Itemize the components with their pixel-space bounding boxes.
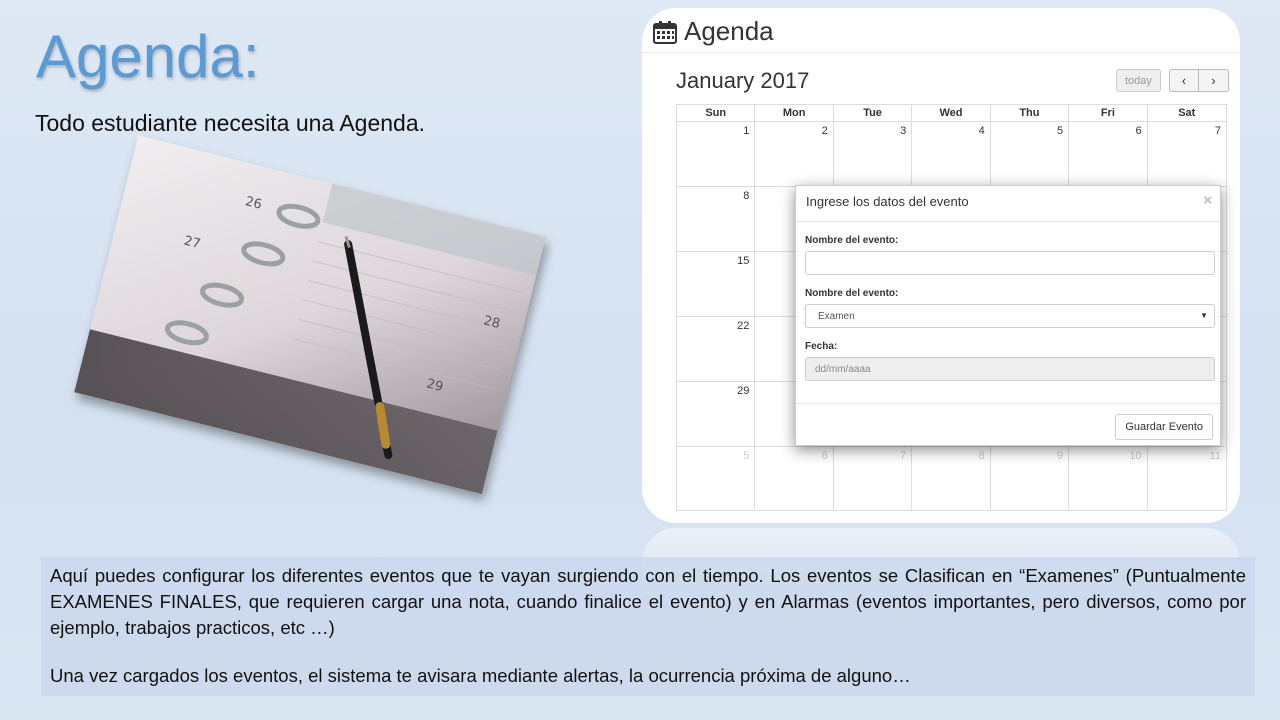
day-cell[interactable]: 5 xyxy=(991,122,1070,186)
week-row: 5 6 7 8 9 10 11 xyxy=(676,446,1227,511)
day-cell[interactable]: 1 xyxy=(677,122,756,186)
next-month-button[interactable]: › xyxy=(1198,69,1229,92)
day-cell[interactable]: 15 xyxy=(677,252,756,316)
description-paragraph-1: Aquí puedes configurar los diferentes ev… xyxy=(50,565,1246,638)
weekday-header-row: Sun Mon Tue Wed Thu Fri Sat xyxy=(676,104,1227,121)
header-divider xyxy=(642,52,1240,53)
day-cell[interactable]: 3 xyxy=(834,122,913,186)
slide-subtitle: Todo estudiante necesita una Agenda. xyxy=(35,110,426,136)
day-cell[interactable]: 6 xyxy=(1069,122,1148,186)
day-cell[interactable]: 11 xyxy=(1148,447,1226,510)
month-title: January 2017 xyxy=(676,68,810,93)
planner-notebook-with-pen-icon: 26 27 28 29 xyxy=(74,135,546,494)
chevron-left-icon: ‹ xyxy=(1181,73,1187,88)
weekday-wed: Wed xyxy=(912,105,991,121)
prev-next-group: ‹ › xyxy=(1168,69,1229,92)
day-cell[interactable]: 6 xyxy=(755,447,834,510)
day-cell[interactable]: 8 xyxy=(912,447,991,510)
date-input[interactable]: dd/mm/aaaa xyxy=(805,357,1215,381)
day-cell[interactable]: 4 xyxy=(912,122,991,186)
description-paragraph-2: Una vez cargados los eventos, el sistema… xyxy=(50,665,911,686)
event-type-select[interactable]: Examen ▼ xyxy=(805,304,1215,328)
calendar-header-title: Agenda xyxy=(684,16,774,46)
modal-header-divider xyxy=(796,221,1220,222)
weekday-tue: Tue xyxy=(834,105,913,121)
slide-title: Agenda: xyxy=(36,23,260,90)
weekday-sun: Sun xyxy=(677,105,756,121)
day-cell[interactable]: 22 xyxy=(677,317,756,381)
modal-footer-divider xyxy=(796,403,1220,404)
event-type-label: Nombre del evento: xyxy=(805,288,899,299)
day-cell[interactable]: 9 xyxy=(991,447,1070,510)
event-type-selected: Examen xyxy=(818,310,855,322)
day-cell[interactable]: 10 xyxy=(1069,447,1148,510)
modal-title: Ingrese los datos del evento xyxy=(806,194,969,209)
weekday-sat: Sat xyxy=(1178,107,1196,119)
chevron-right-icon: › xyxy=(1211,73,1216,88)
planner-photo: 26 27 28 29 xyxy=(74,135,546,494)
calendar-nav: today ‹ › xyxy=(1116,69,1229,92)
weekday-thu: Thu xyxy=(991,105,1070,121)
day-cell[interactable]: 7 xyxy=(1148,122,1226,186)
event-name-label: Nombre del evento: xyxy=(805,235,899,246)
chevron-down-icon: ▼ xyxy=(1200,311,1208,320)
calendar-header: Agenda xyxy=(652,16,774,47)
weekday-fri: Fri xyxy=(1069,105,1148,121)
day-cell[interactable]: 7 xyxy=(834,447,913,510)
day-cell[interactable]: 8 xyxy=(677,187,756,251)
today-button[interactable]: today xyxy=(1116,69,1161,92)
close-icon[interactable]: × xyxy=(1203,192,1212,209)
save-event-button[interactable]: Guardar Evento xyxy=(1115,414,1213,440)
event-name-input[interactable] xyxy=(805,251,1215,275)
date-label: Fecha: xyxy=(805,341,838,352)
calendar-icon xyxy=(653,20,677,44)
description-box: Aquí puedes configurar los diferentes ev… xyxy=(41,557,1255,696)
prev-month-button[interactable]: ‹ xyxy=(1168,69,1199,92)
event-modal: Ingrese los datos del evento × Nombre de… xyxy=(795,185,1221,446)
weekday-mon: Mon xyxy=(755,105,834,121)
day-cell[interactable]: 2 xyxy=(755,122,834,186)
day-cell[interactable]: 29 xyxy=(677,382,756,446)
day-cell[interactable]: 5 xyxy=(677,447,756,510)
week-row: 1234567 xyxy=(676,121,1227,186)
